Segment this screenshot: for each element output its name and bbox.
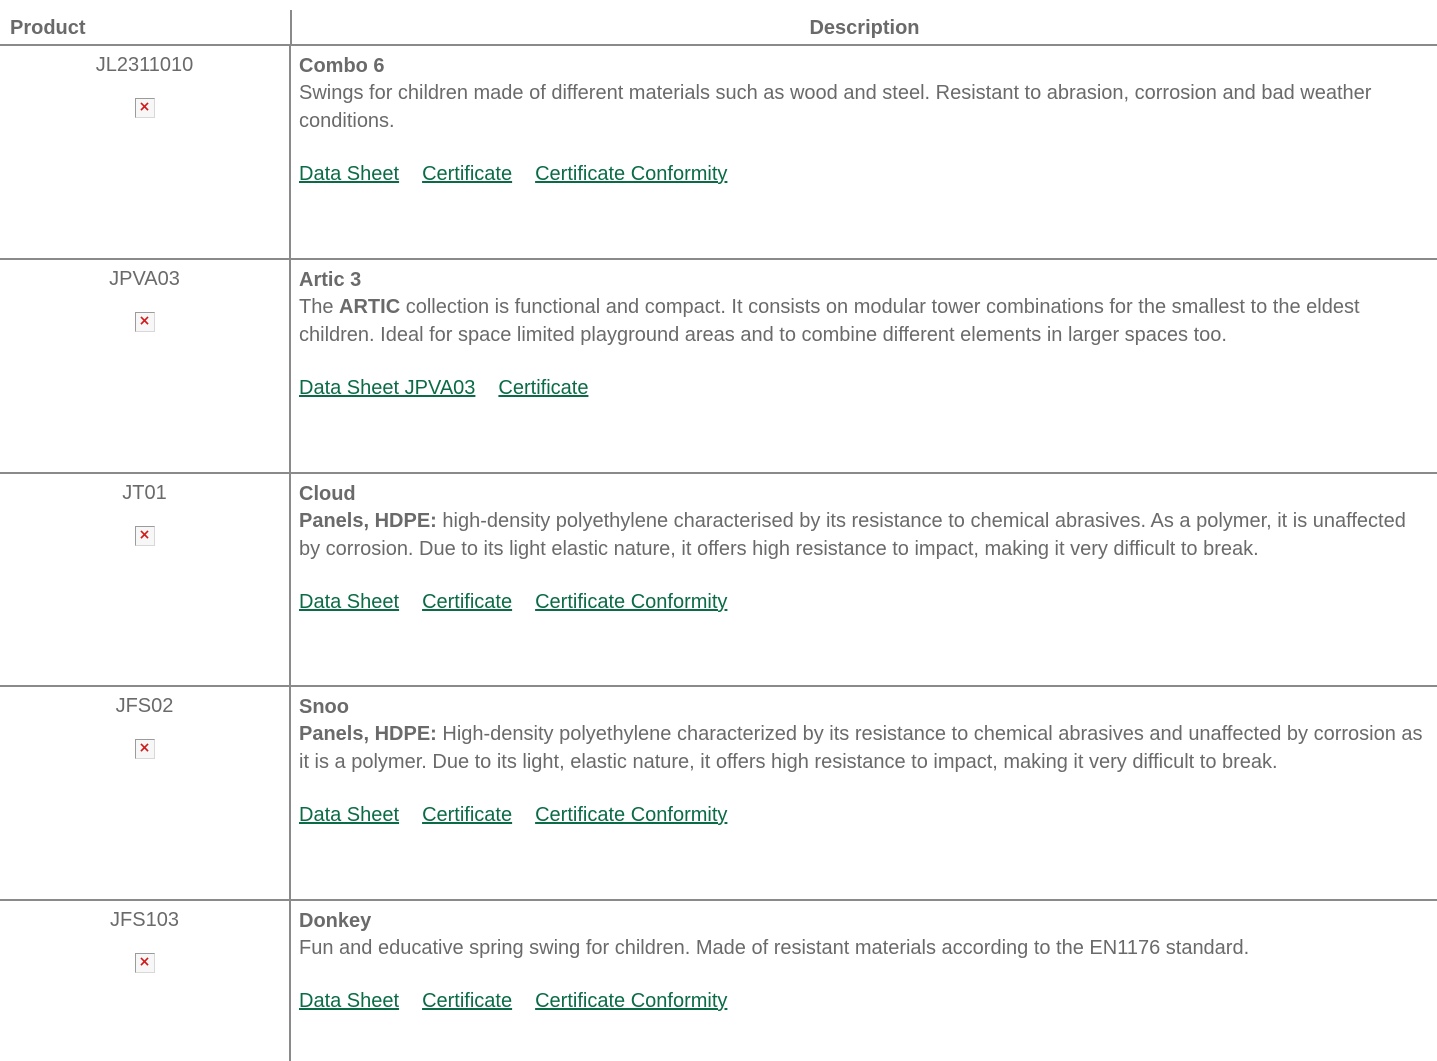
product-code: JL2311010 bbox=[95, 54, 194, 76]
table-row: JFS02 × Snoo Panels, HDPE: High-density … bbox=[0, 685, 1437, 899]
data-sheet-link[interactable]: Data Sheet bbox=[299, 591, 399, 613]
product-name: Snoo bbox=[299, 696, 349, 718]
product-code: JT01 bbox=[122, 482, 167, 504]
column-divider bbox=[289, 46, 291, 258]
table-row: JT01 × Cloud Panels, HDPE: high-density … bbox=[0, 472, 1437, 685]
product-description: Swings for children made of different ma… bbox=[299, 82, 1372, 132]
data-sheet-link[interactable]: Data Sheet bbox=[299, 804, 399, 826]
certificate-link[interactable]: Certificate bbox=[422, 591, 512, 613]
product-cell: JL2311010 × bbox=[0, 46, 289, 124]
product-name: Artic 3 bbox=[299, 269, 362, 291]
product-cell: JPVA03 × bbox=[0, 260, 289, 338]
document-links: Data Sheet JPVA03 Certificate bbox=[299, 375, 1427, 401]
product-description: Panels, HDPE: High-density polyethylene … bbox=[299, 723, 1423, 773]
product-description: The ARTIC collection is functional and c… bbox=[299, 296, 1360, 346]
product-code: JPVA03 bbox=[109, 268, 180, 290]
document-links: Data Sheet Certificate Certificate Conform… bbox=[299, 589, 1427, 615]
table-row: JFS103 × Donkey Fun and educative spring… bbox=[0, 899, 1437, 1061]
document-links: Data Sheet Certificate Certificate Conform… bbox=[299, 161, 1427, 187]
broken-image-icon[interactable]: × bbox=[134, 312, 155, 332]
data-sheet-link[interactable]: Data Sheet JPVA03 bbox=[299, 377, 475, 399]
certificate-link[interactable]: Certificate bbox=[422, 804, 512, 826]
product-code: JFS02 bbox=[115, 695, 174, 717]
table-row: JPVA03 × Artic 3 The ARTIC collection is… bbox=[0, 258, 1437, 472]
description-cell: Cloud Panels, HDPE: high-density polyeth… bbox=[299, 474, 1437, 615]
data-sheet-link[interactable]: Data Sheet bbox=[299, 990, 399, 1012]
description-cell: Combo 6 Swings for children made of diff… bbox=[299, 46, 1437, 187]
product-table: Product Description JL2311010 × Combo 6 … bbox=[0, 10, 1437, 1061]
product-cell: JFS02 × bbox=[0, 687, 289, 765]
table-row: JL2311010 × Combo 6 Swings for children … bbox=[0, 44, 1437, 258]
broken-image-icon[interactable]: × bbox=[134, 739, 155, 759]
description-column-header: Description bbox=[809, 17, 920, 39]
product-code: JFS103 bbox=[110, 909, 179, 931]
certificate-conformity-link[interactable]: Certificate Conformity bbox=[535, 804, 727, 826]
product-cell: JFS103 × bbox=[0, 901, 289, 979]
certificate-conformity-link[interactable]: Certificate Conformity bbox=[535, 990, 727, 1012]
document-links: Data Sheet Certificate Certificate Conform… bbox=[299, 802, 1427, 828]
certificate-link[interactable]: Certificate bbox=[498, 377, 588, 399]
column-divider bbox=[289, 260, 291, 472]
table-header: Product Description bbox=[0, 10, 1437, 44]
product-column-header: Product bbox=[10, 17, 86, 39]
product-description: Panels, HDPE: high-density polyethylene … bbox=[299, 510, 1406, 560]
product-name: Donkey bbox=[299, 910, 372, 932]
certificate-conformity-link[interactable]: Certificate Conformity bbox=[535, 591, 727, 613]
column-divider bbox=[289, 474, 291, 685]
document-links: Data Sheet Certificate Certificate Conform… bbox=[299, 988, 1427, 1014]
broken-image-icon[interactable]: × bbox=[134, 953, 155, 973]
broken-image-icon[interactable]: × bbox=[134, 98, 155, 118]
column-divider bbox=[289, 901, 291, 1061]
product-description: Fun and educative spring swing for child… bbox=[299, 937, 1250, 959]
description-cell: Donkey Fun and educative spring swing fo… bbox=[299, 901, 1437, 1014]
certificate-conformity-link[interactable]: Certificate Conformity bbox=[535, 163, 727, 185]
product-name: Combo 6 bbox=[299, 55, 385, 77]
description-cell: Snoo Panels, HDPE: High-density polyethy… bbox=[299, 687, 1437, 828]
certificate-link[interactable]: Certificate bbox=[422, 163, 512, 185]
description-cell: Artic 3 The ARTIC collection is function… bbox=[299, 260, 1437, 401]
product-cell: JT01 × bbox=[0, 474, 289, 552]
column-divider bbox=[289, 687, 291, 899]
broken-image-icon[interactable]: × bbox=[134, 526, 155, 546]
certificate-link[interactable]: Certificate bbox=[422, 990, 512, 1012]
data-sheet-link[interactable]: Data Sheet bbox=[299, 163, 399, 185]
product-name: Cloud bbox=[299, 483, 356, 505]
